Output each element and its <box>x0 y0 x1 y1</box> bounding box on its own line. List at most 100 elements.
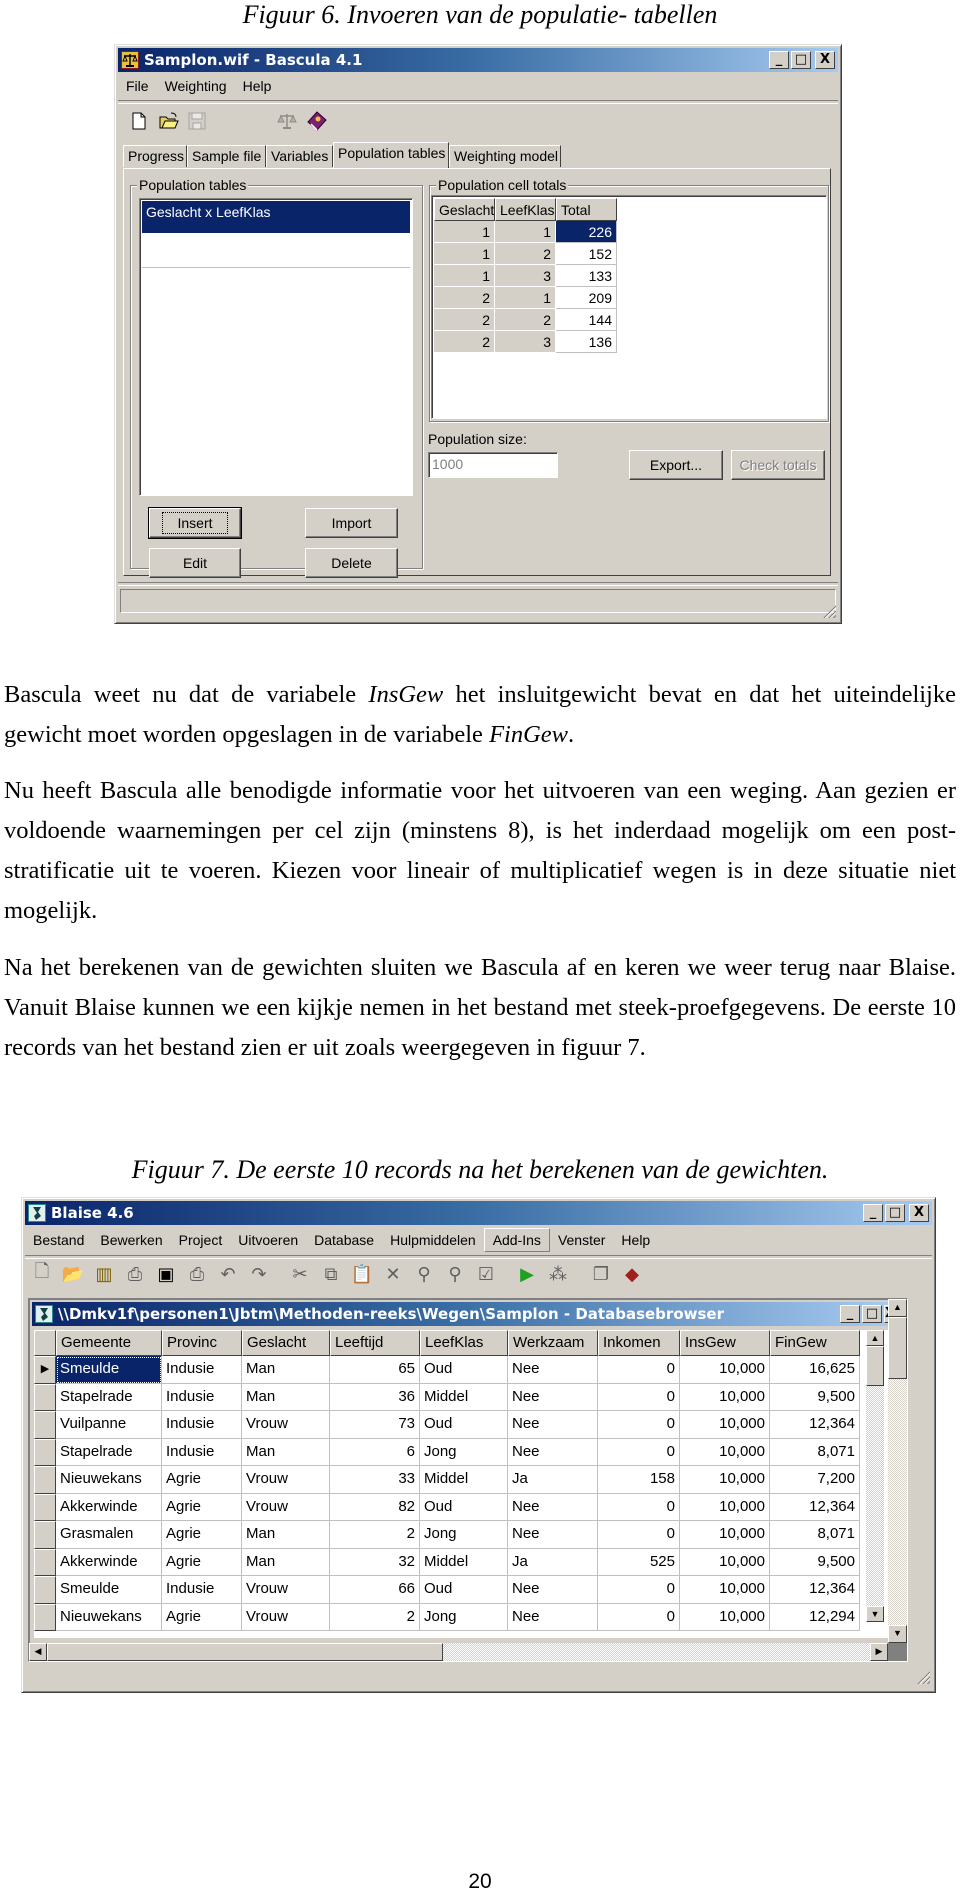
record-cell[interactable]: Nee <box>508 1356 598 1384</box>
databasebrowser-title-bar[interactable]: \\Dmkv1f\personen1\Jbtm\Methoden-reeks\W… <box>32 1302 892 1326</box>
new-file-icon[interactable] <box>127 109 151 133</box>
record-cell[interactable]: 82 <box>330 1493 420 1521</box>
close-button[interactable]: X <box>909 1204 929 1222</box>
column-header[interactable]: Geslacht <box>434 198 495 221</box>
record-cell[interactable]: Man <box>242 1356 330 1384</box>
list-item[interactable]: Geslacht x LeefKlas <box>142 201 410 233</box>
column-header[interactable]: FinGew <box>770 1330 860 1356</box>
record-cell[interactable]: Agrie <box>162 1466 242 1494</box>
record-cell[interactable]: 0 <box>598 1438 680 1466</box>
scroll-thumb[interactable] <box>47 1643 443 1661</box>
row-indicator[interactable] <box>34 1383 56 1411</box>
record-cell[interactable]: Stapelrade <box>56 1383 162 1411</box>
menu-hulpmiddelen[interactable]: Hulpmiddelen <box>382 1228 484 1252</box>
record-cell[interactable]: Man <box>242 1438 330 1466</box>
record-cell[interactable]: 0 <box>598 1493 680 1521</box>
record-cell[interactable]: Nee <box>508 1411 598 1439</box>
record-cell[interactable]: 10,000 <box>680 1521 770 1549</box>
scroll-up-button[interactable]: ▲ <box>888 1299 907 1317</box>
resize-grip[interactable] <box>822 604 836 618</box>
print-icon[interactable]: ⎙ <box>185 1262 209 1286</box>
menu-file[interactable]: File <box>118 74 157 98</box>
record-cell[interactable]: 10,000 <box>680 1411 770 1439</box>
row-indicator[interactable] <box>34 1576 56 1604</box>
total-cell[interactable]: 133 <box>556 265 617 287</box>
row-indicator[interactable] <box>34 1411 56 1439</box>
records-grid[interactable]: Gemeente Provinc Geslacht Leeftijd LeefKlas W… <box>34 1330 890 1638</box>
maximize-button[interactable]: □ <box>791 51 811 69</box>
blaise-title-bar[interactable]: Blaise 4.6 _ □ X <box>25 1201 932 1225</box>
tab-progress[interactable]: Progress <box>123 145 187 167</box>
total-cell[interactable]: 226 <box>556 221 617 243</box>
maximize-button[interactable]: □ <box>862 1305 882 1323</box>
mdi-vertical-scrollbar[interactable]: ▲ ▼ <box>888 1299 907 1643</box>
record-cell[interactable]: Stapelrade <box>56 1438 162 1466</box>
record-cell[interactable]: Vrouw <box>242 1466 330 1494</box>
cut-icon[interactable]: ✂ <box>288 1262 312 1286</box>
menu-help[interactable]: Help <box>235 74 280 98</box>
delete-icon[interactable]: ✕ <box>381 1262 405 1286</box>
record-cell[interactable]: 10,000 <box>680 1548 770 1576</box>
menu-add-ins[interactable]: Add-Ins <box>483 1228 550 1252</box>
column-header[interactable]: Total <box>556 198 617 221</box>
print-preview-icon[interactable]: ⎙ <box>123 1262 147 1286</box>
record-cell[interactable]: Nieuwekans <box>56 1466 162 1494</box>
menu-bestand[interactable]: Bestand <box>25 1228 92 1252</box>
record-cell[interactable]: 66 <box>330 1576 420 1604</box>
run-icon[interactable]: ▶ <box>515 1262 539 1286</box>
record-cell[interactable]: 73 <box>330 1411 420 1439</box>
record-cell[interactable]: 0 <box>598 1356 680 1384</box>
tab-weighting-model[interactable]: Weighting model <box>449 145 561 167</box>
paste-icon[interactable]: 📋 <box>350 1262 374 1286</box>
column-header[interactable]: Werkzaam <box>508 1330 598 1356</box>
record-cell[interactable]: Indusie <box>162 1383 242 1411</box>
record-cell[interactable]: 6 <box>330 1438 420 1466</box>
record-cell[interactable]: 10,000 <box>680 1466 770 1494</box>
column-header[interactable]: LeefKlas <box>420 1330 508 1356</box>
replace-icon[interactable]: ⚲ <box>443 1262 467 1286</box>
record-cell[interactable]: 36 <box>330 1383 420 1411</box>
record-cell[interactable]: Indusie <box>162 1576 242 1604</box>
record-cell[interactable]: Ja <box>508 1466 598 1494</box>
find-icon[interactable]: ⚲ <box>412 1262 436 1286</box>
minimize-button[interactable]: _ <box>840 1305 860 1323</box>
open-folder-icon[interactable] <box>157 109 181 133</box>
check-totals-button[interactable]: Check totals <box>731 450 825 480</box>
record-cell[interactable]: Man <box>242 1521 330 1549</box>
scroll-right-button[interactable]: ▶ <box>870 1643 888 1661</box>
check-icon[interactable]: ☑ <box>474 1262 498 1286</box>
row-indicator[interactable] <box>34 1521 56 1549</box>
record-cell[interactable]: Vuilpanne <box>56 1411 162 1439</box>
tab-variables[interactable]: Variables <box>266 145 333 167</box>
scroll-thumb[interactable] <box>866 1346 884 1386</box>
column-header[interactable]: Provinc <box>162 1330 242 1356</box>
record-cell[interactable]: Vrouw <box>242 1576 330 1604</box>
record-cell[interactable]: 10,000 <box>680 1493 770 1521</box>
record-cell[interactable]: 16,625 <box>770 1356 860 1384</box>
record-cell[interactable]: Oud <box>420 1576 508 1604</box>
record-cell[interactable]: Middel <box>420 1548 508 1576</box>
record-cell[interactable]: Indusie <box>162 1411 242 1439</box>
menu-database[interactable]: Database <box>306 1228 382 1252</box>
scales-icon[interactable] <box>275 109 299 133</box>
menu-help[interactable]: Help <box>613 1228 658 1252</box>
database-icon[interactable]: ▥ <box>92 1262 116 1286</box>
record-cell[interactable]: Man <box>242 1383 330 1411</box>
scroll-down-button[interactable]: ▼ <box>866 1606 884 1622</box>
open-folder-icon[interactable]: 📂 <box>61 1262 85 1286</box>
record-cell[interactable]: 0 <box>598 1603 680 1631</box>
population-tables-list[interactable]: Geslacht x LeefKlas <box>139 198 413 496</box>
resize-grip[interactable] <box>916 1670 930 1684</box>
record-cell[interactable]: Ja <box>508 1548 598 1576</box>
mdi-horizontal-scrollbar[interactable]: ◀ ▶ <box>29 1643 888 1661</box>
record-cell[interactable]: 9,500 <box>770 1548 860 1576</box>
record-cell[interactable]: Agrie <box>162 1521 242 1549</box>
record-cell[interactable]: Nee <box>508 1576 598 1604</box>
menu-venster[interactable]: Venster <box>550 1228 613 1252</box>
menu-bewerken[interactable]: Bewerken <box>92 1228 170 1252</box>
record-cell[interactable]: 65 <box>330 1356 420 1384</box>
record-cell[interactable]: 10,000 <box>680 1383 770 1411</box>
record-cell[interactable]: 9,500 <box>770 1383 860 1411</box>
record-cell[interactable]: 32 <box>330 1548 420 1576</box>
record-cell[interactable]: Nee <box>508 1493 598 1521</box>
